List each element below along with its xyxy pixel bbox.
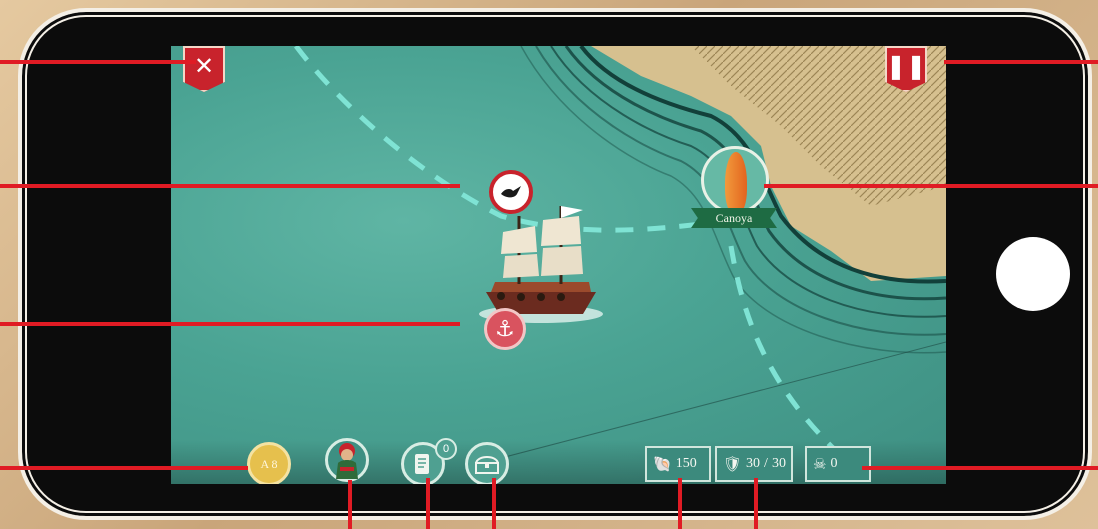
quest-count-badge: 0 bbox=[435, 438, 457, 460]
ship-flag-badge[interactable] bbox=[489, 170, 533, 214]
gold-counter[interactable]: 🐚 150 bbox=[645, 446, 711, 482]
health-separator: / bbox=[764, 456, 768, 471]
anchor-icon: ⚓ bbox=[495, 316, 515, 342]
kills-value: 0 bbox=[830, 456, 838, 471]
level-label: A 8 bbox=[260, 456, 278, 471]
anchor-badge[interactable]: ⚓ bbox=[484, 308, 526, 350]
health-value: 30 bbox=[746, 456, 761, 471]
gold-value: 150 bbox=[675, 456, 697, 471]
surfboard-icon bbox=[725, 152, 747, 214]
health-max: 30 bbox=[771, 456, 786, 471]
ship-health-counter[interactable]: 🛡 30 / 30 bbox=[715, 446, 793, 482]
chest-icon bbox=[475, 456, 499, 474]
shield-icon: 🛡 bbox=[723, 455, 743, 473]
location-label: Canoya bbox=[691, 208, 777, 228]
level-badge[interactable]: A 8 bbox=[247, 442, 291, 484]
skull-icon: ☠ bbox=[813, 455, 827, 473]
close-icon: ✕ bbox=[193, 52, 215, 80]
pause-icon: ❚❚ bbox=[885, 52, 927, 80]
player-ship[interactable] bbox=[471, 196, 611, 326]
scroll-icon bbox=[415, 454, 429, 474]
kills-counter[interactable]: ☠ 0 bbox=[805, 446, 871, 482]
shell-coin-icon: 🐚 bbox=[653, 455, 672, 473]
game-screen[interactable]: ⚓ Canoya ✕ ❚❚ A 8 0 🐚 150 🛡 30 / 30 ☠ 0 bbox=[171, 46, 946, 484]
home-button[interactable] bbox=[996, 237, 1070, 311]
dove-flag-icon bbox=[501, 186, 521, 198]
cargo-button[interactable] bbox=[465, 442, 509, 484]
captain-button[interactable] bbox=[325, 438, 369, 482]
location-canoya[interactable]: Canoya bbox=[691, 146, 801, 256]
pirate-captain-icon bbox=[336, 443, 358, 479]
